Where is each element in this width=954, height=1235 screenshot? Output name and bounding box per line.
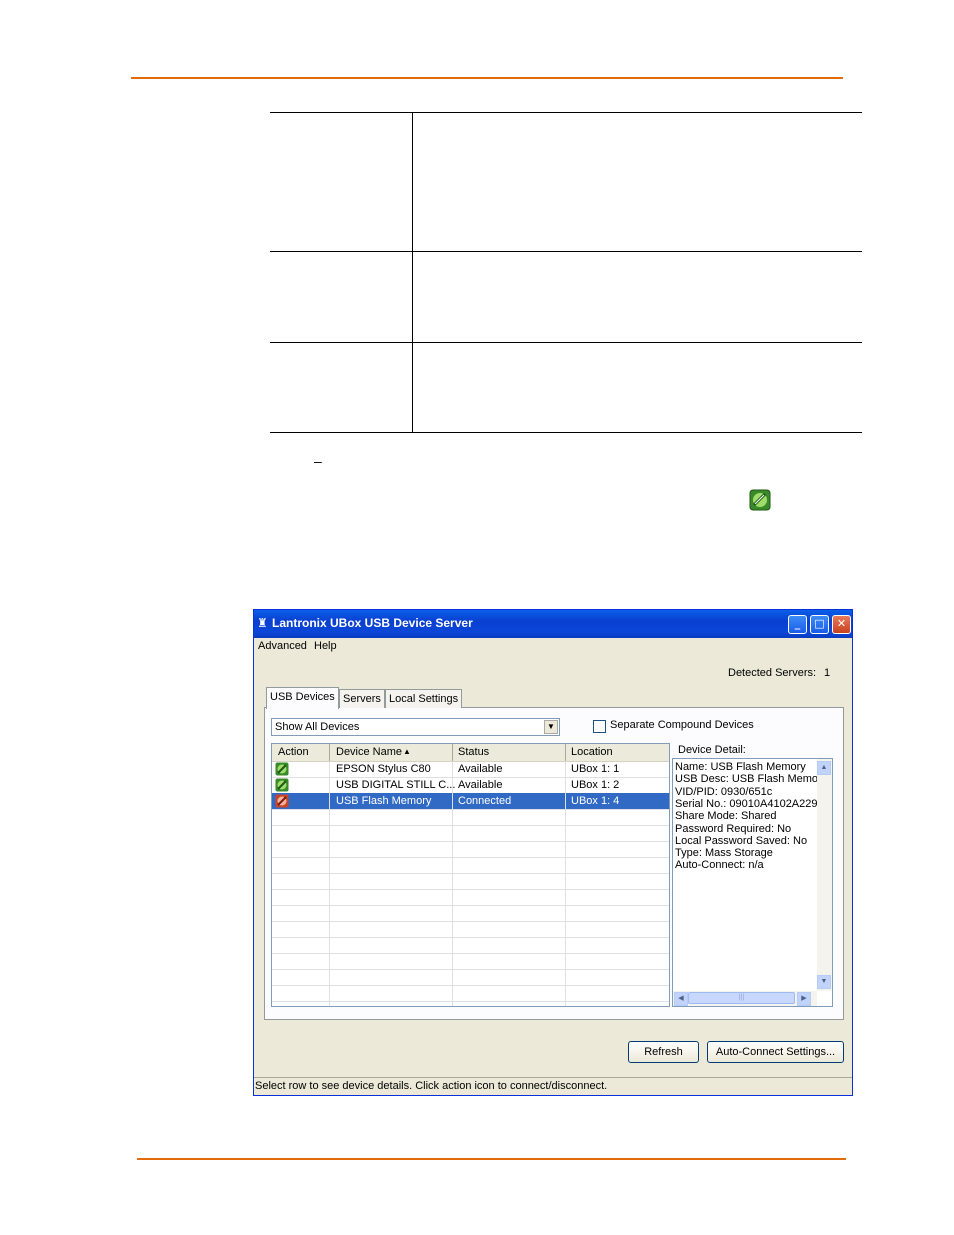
table-row[interactable] <box>272 969 669 986</box>
row-device-name: USB DIGITAL STILL C... <box>336 779 456 791</box>
scroll-up-icon[interactable]: ▲ <box>817 761 831 775</box>
app-window: ♜ Lantronix UBox USB Device Server _ □ ✕… <box>253 609 853 1096</box>
table-row[interactable] <box>272 985 669 1002</box>
menu-help[interactable]: Help <box>314 640 337 652</box>
header-rule <box>131 77 843 79</box>
column-status[interactable]: Status <box>458 746 489 758</box>
dash-glyph: – <box>314 453 322 469</box>
table-row[interactable]: USB Flash Memory Connected UBox 1: 4 <box>272 793 669 810</box>
table-row[interactable] <box>272 937 669 954</box>
table-row[interactable] <box>272 873 669 890</box>
table-row[interactable] <box>272 857 669 874</box>
detected-servers-label: Detected Servers: <box>728 667 817 679</box>
table-row[interactable] <box>272 905 669 922</box>
device-detail-line: Share Mode: Shared <box>675 810 777 823</box>
vertical-scrollbar[interactable]: ▲ ▼ <box>817 759 832 991</box>
device-detail-box: Name: USB Flash Memory USB Desc: USB Flas… <box>672 758 833 1007</box>
close-button[interactable]: ✕ <box>832 615 851 634</box>
title-bar[interactable]: ♜ Lantronix UBox USB Device Server _ □ ✕ <box>254 610 852 638</box>
scroll-down-icon[interactable]: ▼ <box>817 975 831 989</box>
row-location: UBox 1: 2 <box>571 779 620 791</box>
tab-usb-devices[interactable]: USB Devices <box>266 687 339 709</box>
maximize-button[interactable]: □ <box>810 615 829 634</box>
device-detail-line: Type: Mass Storage <box>675 847 773 860</box>
separate-compound-label: Separate Compound Devices <box>610 719 754 731</box>
status-bar: Select row to see device details. Click … <box>254 1077 852 1096</box>
device-detail-label: Device Detail: <box>678 744 746 756</box>
column-location[interactable]: Location <box>571 746 613 758</box>
table-row[interactable] <box>272 841 669 858</box>
status-text: Select row to see device details. Click … <box>255 1080 608 1092</box>
table-row[interactable] <box>272 825 669 842</box>
menu-advanced[interactable]: Advanced <box>258 640 307 652</box>
device-detail-line: VID/PID: 0930/651c <box>675 785 773 798</box>
separate-compound-checkbox[interactable] <box>593 720 606 733</box>
connect-icon <box>749 489 771 511</box>
detected-servers-value: 1 <box>824 667 831 679</box>
scroll-thumb[interactable]: ||| <box>688 992 795 1004</box>
chevron-down-icon[interactable]: ▼ <box>544 720 558 734</box>
app-icon: ♜ <box>257 616 268 630</box>
table-row[interactable] <box>272 953 669 970</box>
table-row[interactable]: USB DIGITAL STILL C... Available UBox 1: 2 <box>272 777 669 794</box>
row-status: Available <box>458 763 503 775</box>
minimize-button[interactable]: _ <box>788 615 807 634</box>
tab-local-settings[interactable]: Local Settings <box>385 689 463 708</box>
table-row[interactable]: EPSON Stylus C80 Available UBox 1: 1 <box>272 761 669 778</box>
table-row[interactable] <box>272 921 669 938</box>
table-row[interactable] <box>272 809 669 826</box>
row-device-name: EPSON Stylus C80 <box>336 763 431 775</box>
device-detail-line: Local Password Saved: No <box>675 834 808 847</box>
row-status: Connected <box>458 795 512 807</box>
table-row[interactable] <box>272 889 669 906</box>
row-location: UBox 1: 4 <box>571 795 620 807</box>
device-detail-line: Password Required: No <box>675 822 792 835</box>
tab-servers[interactable]: Servers <box>339 689 385 708</box>
window-title: Lantronix UBox USB Device Server <box>272 616 473 630</box>
device-detail-line: Serial No.: 09010A4102A22915 <box>675 797 830 810</box>
menu-bar: Advanced Help <box>254 638 852 656</box>
document-table <box>270 112 862 433</box>
row-location: UBox 1: 1 <box>571 763 620 775</box>
auto-connect-settings-button[interactable]: Auto-Connect Settings... <box>707 1041 844 1063</box>
device-list[interactable]: Action Device Name ▲ Status Location EPS… <box>271 743 670 1007</box>
device-detail-line: USB Desc: USB Flash Memory <box>675 773 828 786</box>
connect-icon[interactable] <box>275 762 289 776</box>
device-filter-value: Show All Devices <box>275 721 360 733</box>
horizontal-scrollbar[interactable]: ◀ ||| ▶ <box>673 991 817 1006</box>
column-action[interactable]: Action <box>278 746 309 758</box>
row-status: Available <box>458 779 503 791</box>
device-detail-line: Name: USB Flash Memory <box>675 761 806 773</box>
footer-rule <box>137 1158 846 1160</box>
list-header: Action Device Name ▲ Status Location <box>272 744 669 762</box>
column-device-name[interactable]: Device Name <box>336 746 402 758</box>
connect-icon[interactable] <box>275 778 289 792</box>
device-detail-line: Auto-Connect: n/a <box>675 859 764 872</box>
refresh-button[interactable]: Refresh <box>628 1041 699 1063</box>
sort-ascending-icon: ▲ <box>403 747 411 756</box>
scroll-left-icon[interactable]: ◀ <box>674 992 688 1006</box>
row-device-name: USB Flash Memory <box>336 795 432 807</box>
device-filter-select[interactable]: Show All Devices ▼ <box>271 718 560 736</box>
scroll-right-icon[interactable]: ▶ <box>797 992 811 1006</box>
disconnect-icon[interactable] <box>275 794 289 808</box>
